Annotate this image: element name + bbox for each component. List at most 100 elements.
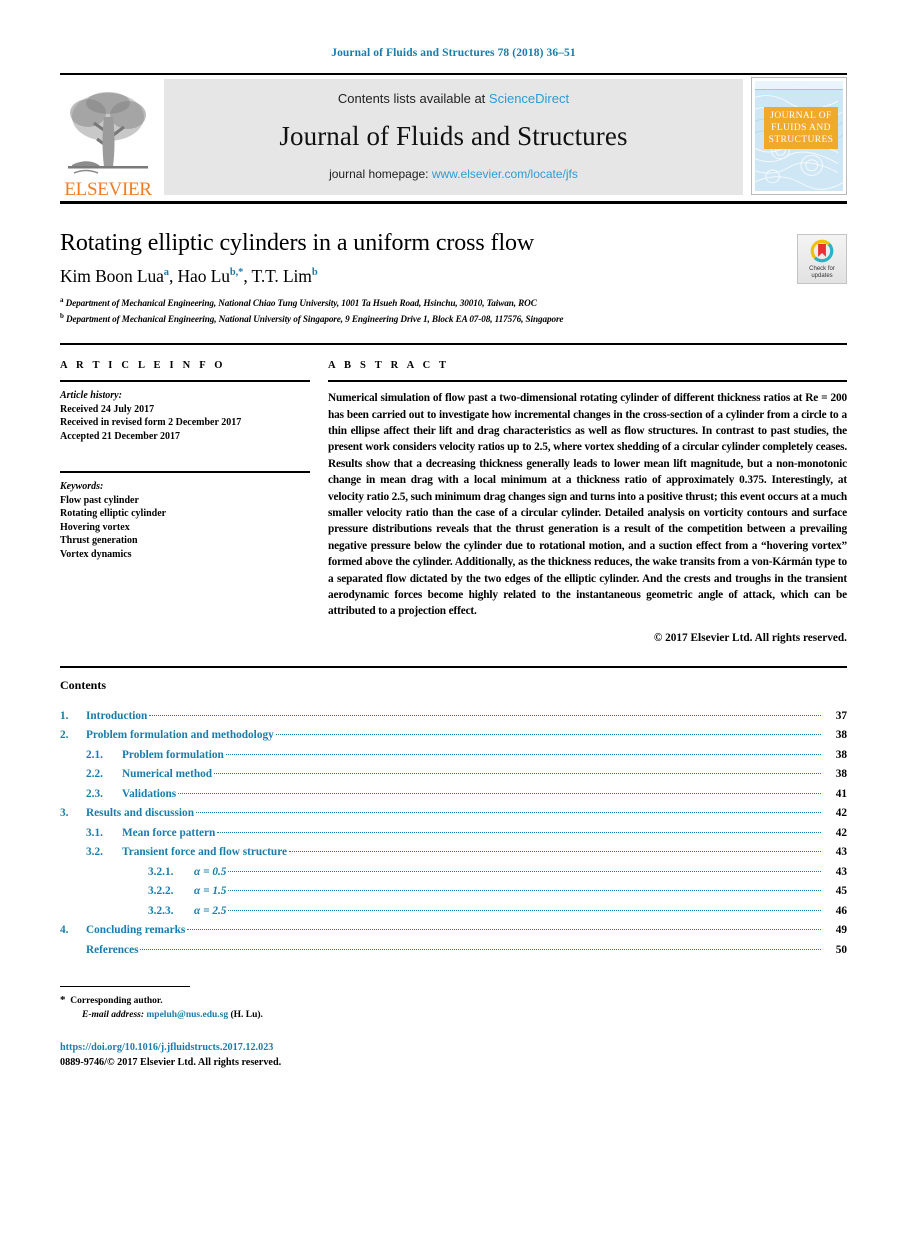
toc-entry-number: 2.3. — [86, 787, 103, 800]
toc-entry-label[interactable]: References — [86, 941, 138, 961]
keyword-1: Rotating elliptic cylinder — [60, 508, 167, 520]
affiliation-a: a Department of Mechanical Engineering, … — [60, 294, 847, 310]
toc-entry-label[interactable]: Transient force and flow structure — [122, 843, 287, 863]
toc-leader-dots — [228, 870, 821, 872]
toc-entry-label[interactable]: α = 0.5 — [194, 863, 226, 883]
toc-entry[interactable]: 3.2.1. α = 0.5 43 — [60, 863, 847, 883]
toc-entry-page: 49 — [835, 924, 847, 937]
footnote-rule — [60, 986, 190, 988]
journal-homepage-line: journal homepage: www.elsevier.com/locat… — [329, 167, 578, 181]
toc-entry-number: 3.1. — [86, 826, 103, 839]
cover-title-line1: JOURNAL OF — [770, 111, 832, 121]
toc-entry-label[interactable]: Introduction — [86, 707, 147, 727]
info-abstract-columns: A R T I C L E I N F O Article history: R… — [60, 360, 847, 644]
toc-leader-dots — [214, 773, 821, 775]
toc-entry-number: 1. — [60, 709, 69, 722]
toc-entry-label[interactable]: α = 1.5 — [194, 882, 226, 902]
email-note: E-mail address: mpeluh@nus.edu.sg (H. Lu… — [60, 1008, 847, 1022]
toc-leader-dots — [217, 831, 821, 833]
author-1-name: Kim Boon Lua — [60, 266, 164, 286]
table-of-contents: 1. Introduction 37 2. Problem formulation an… — [60, 707, 847, 961]
keyword-0: Flow past cylinder — [60, 494, 139, 506]
affiliation-b-text: Department of Mechanical Engineering, Na… — [66, 313, 564, 324]
affiliation-b: b Department of Mechanical Engineering, … — [60, 310, 847, 326]
toc-leader-dots — [228, 909, 821, 911]
cover-title-line3: STRUCTURES — [768, 135, 834, 145]
toc-entry[interactable]: 3.2.2. α = 1.5 45 — [60, 882, 847, 902]
toc-leader-dots — [275, 734, 821, 736]
keyword-3: Thrust generation — [60, 535, 138, 547]
abstract-rule — [328, 380, 847, 383]
toc-entry-label[interactable]: Problem formulation — [122, 746, 224, 766]
toc-entry-page: 42 — [835, 807, 847, 820]
author-2: Hao Lub,*, — [178, 266, 252, 286]
crossmark-label-line2: updates — [811, 273, 833, 279]
crossmark-badge[interactable]: Check for updates — [797, 234, 847, 284]
toc-entry-label[interactable]: α = 2.5 — [194, 902, 226, 922]
toc-entry-label[interactable]: Validations — [122, 785, 176, 805]
toc-entry[interactable]: 3. Results and discussion 42 — [60, 804, 847, 824]
author-2-name: Hao Lu — [177, 266, 230, 286]
journal-homepage-link[interactable]: www.elsevier.com/locate/jfs — [432, 167, 578, 181]
toc-entry-page: 43 — [835, 865, 847, 878]
abstract-heading: A B S T R A C T — [328, 360, 450, 372]
affiliation-list: a Department of Mechanical Engineering, … — [60, 294, 847, 325]
elsevier-tree-icon — [68, 92, 148, 174]
toc-entry-label[interactable]: Results and discussion — [86, 804, 194, 824]
running-head: Journal of Fluids and Structures 78 (201… — [331, 47, 576, 59]
crossmark-label: Check for updates — [809, 266, 835, 280]
toc-entry[interactable]: 3.1. Mean force pattern 42 — [60, 824, 847, 844]
toc-entry-number: 2.2. — [86, 768, 103, 781]
journal-title: Journal of Fluids and Structures — [279, 121, 628, 151]
toc-entry-page: 38 — [835, 729, 847, 742]
article-history-group: Article history: Received 24 July 2017 R… — [60, 389, 310, 443]
keyword-2: Hovering vortex — [60, 521, 130, 533]
toc-entry-page: 45 — [835, 885, 847, 898]
toc-entry[interactable]: 3.2.3. α = 2.5 46 — [60, 902, 847, 922]
toc-entry-number: 3.2.3. — [148, 904, 174, 917]
toc-entry[interactable]: 2. Problem formulation and methodology 38 — [60, 726, 847, 746]
author-2-affil-mark: b,* — [229, 267, 244, 279]
toc-entry[interactable]: 4. Concluding remarks 49 — [60, 921, 847, 941]
crossmark-logo-icon — [810, 239, 834, 263]
doi-link[interactable]: https://doi.org/10.1016/j.jfluidstructs.… — [60, 1040, 847, 1055]
toc-leader-dots — [187, 929, 821, 931]
affiliation-a-text: Department of Mechanical Engineering, Na… — [65, 298, 537, 309]
title-block: Rotating elliptic cylinders in a uniform… — [60, 204, 847, 325]
contents-top-rule — [60, 665, 847, 668]
keywords-rule — [60, 471, 310, 474]
email-link[interactable]: mpeluh@nus.edu.sg — [146, 1010, 228, 1020]
toc-entry[interactable]: 2.1. Problem formulation 38 — [60, 746, 847, 766]
footer-block: https://doi.org/10.1016/j.jfluidstructs.… — [60, 1040, 847, 1070]
crossmark-label-line1: Check for — [809, 266, 835, 272]
toc-entry-number: 4. — [60, 924, 69, 937]
toc-entry[interactable]: References 50 — [60, 941, 847, 961]
toc-leader-dots — [196, 812, 821, 814]
toc-entry[interactable]: 3.2. Transient force and flow structure 43 — [60, 843, 847, 863]
article-history-item-1: Received in revised form 2 December 2017 — [60, 417, 242, 429]
author-3-name: T.T. Lim — [251, 266, 312, 286]
affiliation-a-mark: a — [60, 296, 64, 304]
sciencedirect-link[interactable]: ScienceDirect — [489, 91, 569, 106]
asterisk-icon: * — [60, 994, 66, 1007]
toc-entry-label[interactable]: Concluding remarks — [86, 921, 185, 941]
keywords-label: Keywords: — [60, 481, 104, 493]
email-suffix: (H. Lu). — [230, 1010, 263, 1021]
toc-entry-page: 42 — [835, 826, 847, 839]
toc-entry-page: 43 — [835, 846, 847, 859]
corresponding-author-note: * Corresponding author. — [60, 993, 847, 1008]
affiliation-b-mark: b — [60, 311, 64, 320]
toc-entry-number: 3.2.1. — [148, 865, 174, 878]
toc-entry-page: 50 — [835, 943, 847, 956]
article-history-item-0: Received 24 July 2017 — [60, 403, 155, 415]
toc-entry[interactable]: 2.3. Validations 41 — [60, 785, 847, 805]
toc-entry[interactable]: 1. Introduction 37 — [60, 707, 847, 727]
contents-heading: Contents — [60, 677, 107, 692]
toc-entry-label[interactable]: Numerical method — [122, 765, 212, 785]
toc-entry[interactable]: 2.2. Numerical method 38 — [60, 765, 847, 785]
elsevier-logo: ELSEVIER — [60, 75, 156, 201]
toc-entry-label[interactable]: Problem formulation and methodology — [86, 726, 274, 746]
abstract-copyright: © 2017 Elsevier Ltd. All rights reserved… — [653, 631, 847, 644]
article-info-heading: A R T I C L E I N F O — [60, 360, 226, 372]
toc-entry-label[interactable]: Mean force pattern — [122, 824, 215, 844]
